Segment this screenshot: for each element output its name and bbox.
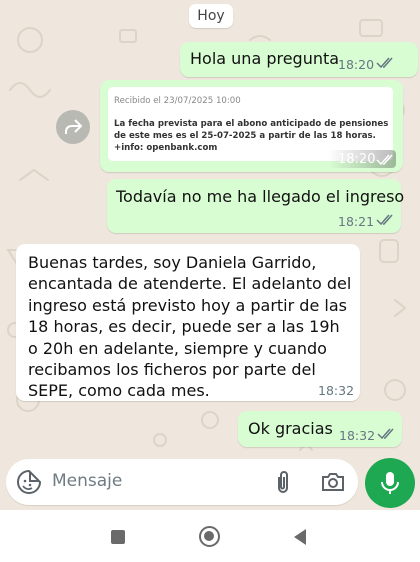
date-chip: Hoy (189, 4, 233, 28)
message-composer[interactable]: Mensaje (6, 459, 358, 505)
screenshot-line-3: +info: openbank.com (114, 143, 218, 153)
read-ticks-icon (377, 428, 394, 440)
back-triangle-icon[interactable] (292, 528, 308, 546)
forward-icon (65, 119, 83, 134)
message-time: 18:20 (338, 152, 376, 167)
message-time: 18:32 (339, 428, 376, 443)
message-input[interactable]: Mensaje (52, 471, 122, 491)
home-circle-icon[interactable] (199, 526, 220, 547)
message-line: ingreso está previsto hoy a partir de la… (28, 295, 347, 315)
read-ticks-icon (376, 214, 393, 226)
message-time: 18:20 (338, 57, 375, 72)
outgoing-image-message[interactable]: Recibido el 23/07/2025 10:00 La fecha pr… (100, 80, 403, 172)
message-time: 18:21 (338, 214, 375, 229)
recents-square-icon[interactable] (111, 530, 125, 544)
message-text: Hola una pregunta (190, 49, 340, 68)
screenshot-header: Recibido el 23/07/2025 10:00 (114, 96, 241, 106)
message-line: 18 horas, es decir, puede ser a las 19h (28, 317, 340, 337)
camera-icon[interactable] (320, 471, 346, 493)
system-navigation-bar (0, 510, 420, 562)
sticker-icon[interactable] (16, 469, 42, 495)
message-line: SEPE, como cada mes. (28, 381, 210, 401)
voice-message-button[interactable] (365, 458, 415, 508)
message-text: Buenas tardes, soy Daniela Garrido, enca… (28, 252, 351, 402)
outgoing-message-1[interactable]: Hola una pregunta 18:20 (180, 42, 418, 77)
message-line: recibamos los ficheros por parte del (28, 360, 316, 380)
outgoing-message-3[interactable]: Todavía no me ha llegado el ingreso 18:2… (107, 179, 405, 233)
mic-icon (381, 472, 399, 494)
screenshot-line-2: de este mes es el 25-07-2025 a partir de… (114, 131, 376, 141)
message-line: encantada de atenderte. El adelanto del (28, 274, 352, 294)
message-line: Buenas tardes, soy Daniela Garrido, (28, 253, 317, 272)
outgoing-message-5[interactable]: Ok gracias 18:32 (238, 411, 402, 447)
forward-button[interactable] (56, 110, 90, 144)
read-ticks-icon (376, 57, 393, 69)
paperclip-icon[interactable] (274, 469, 292, 495)
read-ticks-icon (376, 154, 393, 166)
message-time: 18:32 (318, 383, 355, 398)
screenshot-line-1: La fecha prevista para el abono anticipa… (114, 119, 389, 129)
message-text: Ok gracias (248, 419, 333, 438)
message-line: o 20h en adelante, siempre y cuando (28, 338, 327, 358)
message-text: Todavía no me ha llegado el ingreso (116, 187, 405, 206)
incoming-message[interactable]: Buenas tardes, soy Daniela Garrido, enca… (16, 244, 360, 401)
